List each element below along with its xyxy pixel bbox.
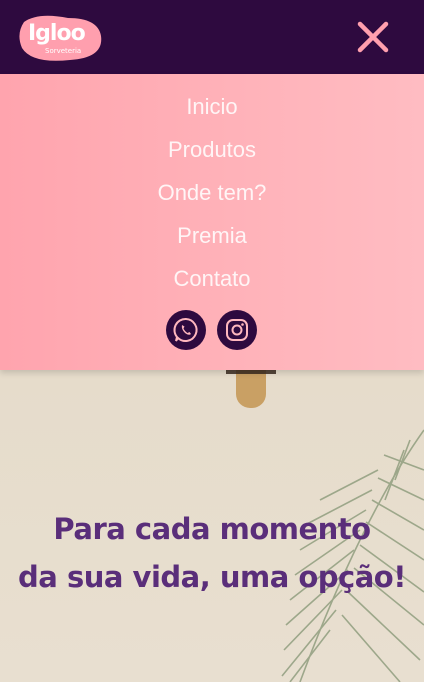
hero-headline-line1: Para cada momento bbox=[53, 512, 371, 546]
close-icon bbox=[357, 21, 389, 53]
brand-name: Igloo bbox=[28, 21, 86, 46]
hero-headline-line2: da sua vida, uma opção! bbox=[18, 560, 406, 594]
close-menu-button[interactable] bbox=[356, 20, 390, 54]
top-navigation-bar: Igloo Sorveteria bbox=[0, 0, 424, 74]
instagram-button[interactable] bbox=[217, 310, 257, 350]
menu-item-premia[interactable]: Premia bbox=[0, 223, 424, 249]
brand-tagline: Sorveteria bbox=[45, 47, 82, 55]
menu-item-contato[interactable]: Contato bbox=[0, 266, 424, 292]
menu-item-inicio[interactable]: Inicio bbox=[0, 94, 424, 120]
instagram-icon bbox=[226, 319, 248, 341]
navigation-menu: Inicio Produtos Onde tem? Premia Contato bbox=[0, 74, 424, 370]
menu-item-produtos[interactable]: Produtos bbox=[0, 137, 424, 163]
whatsapp-button[interactable] bbox=[166, 310, 206, 350]
brand-logo[interactable]: Igloo Sorveteria bbox=[18, 14, 102, 62]
palm-leaf bbox=[281, 429, 424, 682]
menu-item-onde-tem[interactable]: Onde tem? bbox=[0, 180, 424, 206]
whatsapp-icon bbox=[173, 317, 198, 342]
